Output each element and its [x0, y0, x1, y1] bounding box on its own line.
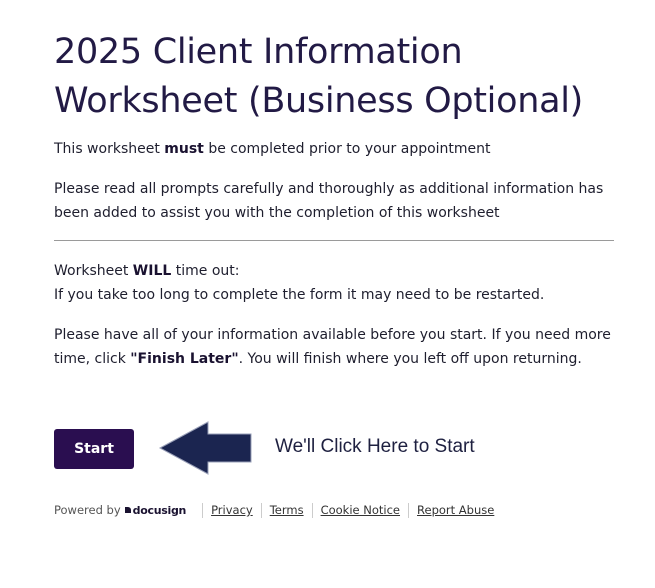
privacy-link[interactable]: Privacy: [211, 503, 253, 517]
start-button[interactable]: Start: [54, 429, 134, 469]
info-suffix: . You will finish where you left off upo…: [238, 351, 582, 367]
footer-separator: [260, 502, 262, 518]
cookie-notice-link[interactable]: Cookie Notice: [321, 503, 400, 517]
arrow-shape: [158, 421, 252, 475]
footer: Powered by docusign Privacy Terms Cookie…: [54, 500, 494, 520]
finish-later-notice: Please have all of your information avai…: [54, 323, 614, 371]
footer-separator: [311, 502, 313, 518]
timeout-suffix: time out:: [171, 263, 240, 279]
pointer-arrow-icon: [158, 421, 252, 475]
report-abuse-link[interactable]: Report Abuse: [417, 503, 494, 517]
click-annotation: We'll Click Here to Start: [275, 436, 475, 457]
timeout-warning: Worksheet WILL time out: If you take too …: [54, 259, 614, 307]
terms-link[interactable]: Terms: [270, 503, 304, 517]
must-suffix: be completed prior to your appointment: [203, 141, 491, 157]
footer-separator: [408, 502, 410, 518]
powered-by-label: Powered by: [54, 503, 121, 517]
finish-later-emphasis: "Finish Later": [130, 351, 239, 367]
must-complete-notice: This worksheet must be completed prior t…: [54, 137, 614, 161]
must-emphasis: must: [164, 141, 204, 157]
footer-separator: [202, 502, 204, 518]
timeout-detail: If you take too long to complete the for…: [54, 287, 545, 303]
docusign-logo: docusign: [124, 503, 187, 517]
docusign-mark-icon: [124, 507, 131, 513]
docusign-logo-text: docusign: [132, 503, 187, 517]
section-divider: [54, 240, 614, 241]
read-prompts-notice: Please read all prompts carefully and th…: [54, 181, 604, 221]
timeout-prefix: Worksheet: [54, 263, 133, 279]
timeout-emphasis: WILL: [132, 263, 172, 279]
must-prefix: This worksheet: [54, 141, 165, 157]
page-title: 2025 Client Information Worksheet (Busin…: [54, 32, 584, 121]
